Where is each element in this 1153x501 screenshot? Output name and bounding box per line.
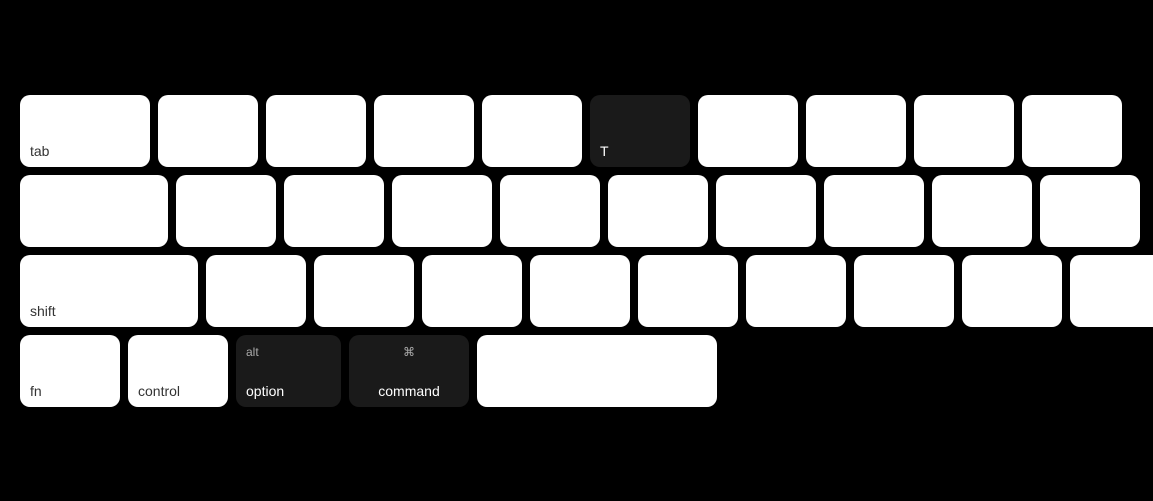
keyboard: tab T shift bbox=[0, 77, 1153, 425]
key-period[interactable] bbox=[1070, 255, 1153, 327]
key-n[interactable] bbox=[746, 255, 846, 327]
key-g[interactable] bbox=[608, 175, 708, 247]
key-command-symbol: ⌘ bbox=[403, 345, 415, 359]
key-d[interactable] bbox=[392, 175, 492, 247]
key-r[interactable] bbox=[482, 95, 582, 167]
key-space[interactable] bbox=[477, 335, 717, 407]
key-k[interactable] bbox=[932, 175, 1032, 247]
key-s[interactable] bbox=[284, 175, 384, 247]
key-fn-label: fn bbox=[30, 383, 42, 399]
key-i[interactable] bbox=[914, 95, 1014, 167]
key-u[interactable] bbox=[806, 95, 906, 167]
key-b[interactable] bbox=[638, 255, 738, 327]
key-o[interactable] bbox=[1022, 95, 1122, 167]
key-caps[interactable] bbox=[20, 175, 168, 247]
key-alt-top-label: alt bbox=[246, 345, 259, 359]
keyboard-row-4: fn control alt option ⌘ command bbox=[20, 335, 1133, 407]
key-x[interactable] bbox=[314, 255, 414, 327]
key-e[interactable] bbox=[374, 95, 474, 167]
key-t[interactable]: T bbox=[590, 95, 690, 167]
key-shift-label: shift bbox=[30, 303, 56, 319]
key-control-label: control bbox=[138, 383, 180, 399]
key-alt-main-label: option bbox=[246, 383, 284, 399]
key-c[interactable] bbox=[422, 255, 522, 327]
key-a[interactable] bbox=[176, 175, 276, 247]
key-shift-left[interactable]: shift bbox=[20, 255, 198, 327]
key-m[interactable] bbox=[854, 255, 954, 327]
keyboard-row-1: tab T bbox=[20, 95, 1133, 167]
key-tab[interactable]: tab bbox=[20, 95, 150, 167]
key-w[interactable] bbox=[266, 95, 366, 167]
key-t-label: T bbox=[600, 143, 609, 159]
keyboard-row-2 bbox=[20, 175, 1133, 247]
key-y[interactable] bbox=[698, 95, 798, 167]
key-tab-label: tab bbox=[30, 143, 49, 159]
key-j[interactable] bbox=[824, 175, 924, 247]
key-l[interactable] bbox=[1040, 175, 1140, 247]
key-v[interactable] bbox=[530, 255, 630, 327]
key-alt-option[interactable]: alt option bbox=[236, 335, 341, 407]
key-control[interactable]: control bbox=[128, 335, 228, 407]
key-command[interactable]: ⌘ command bbox=[349, 335, 469, 407]
keyboard-row-3: shift bbox=[20, 255, 1133, 327]
key-f[interactable] bbox=[500, 175, 600, 247]
key-q[interactable] bbox=[158, 95, 258, 167]
key-command-label: command bbox=[378, 383, 439, 399]
key-h[interactable] bbox=[716, 175, 816, 247]
key-fn[interactable]: fn bbox=[20, 335, 120, 407]
key-z[interactable] bbox=[206, 255, 306, 327]
key-comma[interactable] bbox=[962, 255, 1062, 327]
